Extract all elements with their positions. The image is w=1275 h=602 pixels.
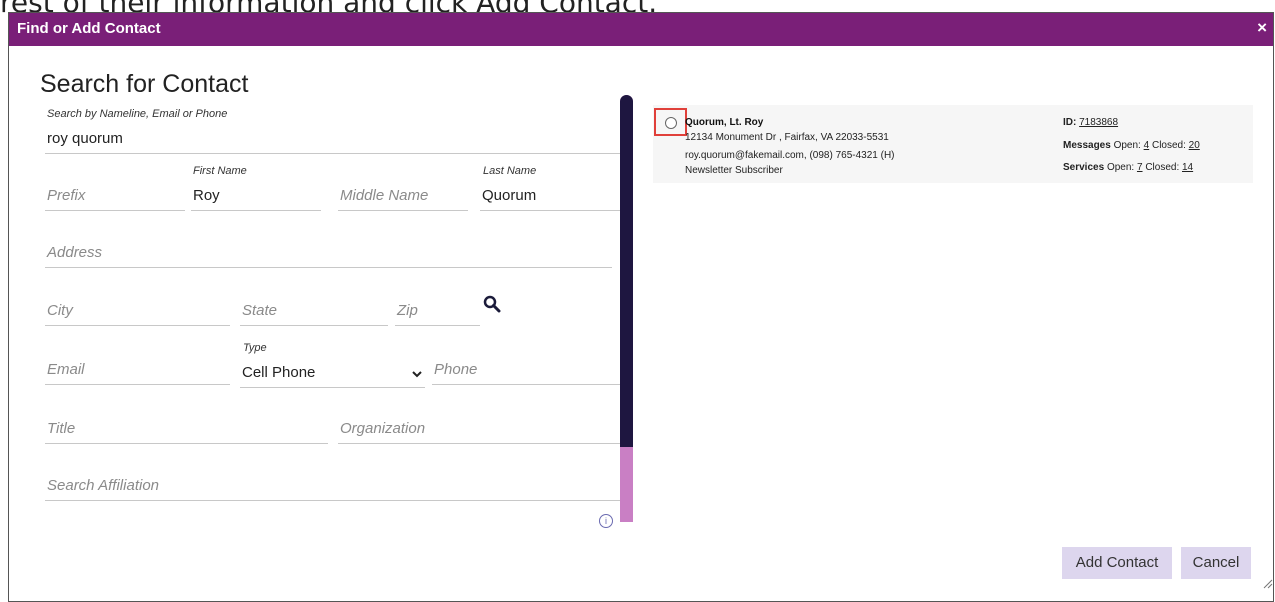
search-icon[interactable] [483,295,501,318]
nameline-label: Search by Nameline, Email or Phone [47,108,228,120]
middle-name-field[interactable]: Middle Name [338,185,468,211]
result-services: Services Open: 7 Closed: 14 [1063,162,1194,173]
services-open-link[interactable]: 7 [1137,162,1143,173]
services-closed-link[interactable]: 14 [1182,162,1193,173]
type-label: Type [243,342,267,354]
last-name-field[interactable]: Quorum [480,185,620,211]
messages-closed-link[interactable]: 20 [1189,140,1200,151]
organization-field[interactable]: Organization [338,418,620,444]
result-name: Quorum, Lt. Roy [685,117,764,128]
phone-type-select[interactable]: Cell Phone [240,362,425,388]
dialog-titlebar: Find or Add Contact × [9,13,1273,46]
result-messages: Messages Open: 4 Closed: 20 [1063,140,1200,151]
resize-handle-icon[interactable] [1263,576,1273,589]
first-name-field[interactable]: Roy [191,185,321,211]
messages-open-link[interactable]: 4 [1144,140,1150,151]
close-icon[interactable]: × [1257,18,1267,38]
result-id: ID: 7183868 [1063,117,1119,128]
affiliation-search-field[interactable]: Search Affiliation [45,475,620,501]
nameline-search-input[interactable]: roy quorum [45,128,620,154]
result-select-radio[interactable] [665,117,677,129]
dialog-title: Find or Add Contact [17,20,161,37]
result-tag: Newsletter Subscriber [685,165,783,176]
first-name-label: First Name [193,165,247,177]
add-contact-button[interactable]: Add Contact [1062,547,1172,579]
chevron-down-icon [412,367,422,381]
address-field[interactable]: Address [45,242,612,268]
city-field[interactable]: City [45,300,230,326]
cancel-button[interactable]: Cancel [1181,547,1251,579]
prefix-field[interactable]: Prefix [45,185,185,211]
last-name-label: Last Name [483,165,537,177]
email-field[interactable]: Email [45,359,230,385]
state-field[interactable]: State [240,300,388,326]
scrollbar-thumb[interactable] [620,95,633,447]
result-id-link[interactable]: 7183868 [1079,117,1118,128]
result-address: 12134 Monument Dr , Fairfax, VA 22033-55… [685,132,889,143]
phone-field[interactable]: Phone [432,359,620,385]
zip-field[interactable]: Zip [395,300,480,326]
info-icon[interactable]: i [599,514,613,528]
title-field[interactable]: Title [45,418,328,444]
search-heading: Search for Contact [40,70,249,98]
result-contact: roy.quorum@fakemail.com, (098) 765-4321 … [685,150,895,161]
